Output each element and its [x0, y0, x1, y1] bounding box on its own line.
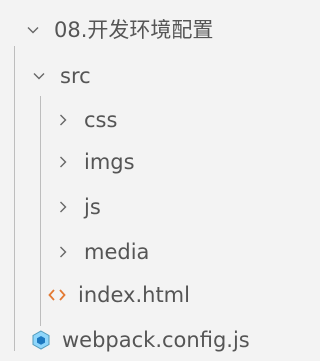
index-html-label: index.html — [78, 282, 190, 307]
media-folder-label: media — [84, 239, 150, 264]
tree-item-webpack-config[interactable]: webpack.config.js — [0, 318, 320, 361]
tree-item-src-folder[interactable]: src — [0, 54, 320, 98]
tree-item-root-folder[interactable]: 08.开发环境配置 — [0, 8, 320, 52]
chevron-right-icon — [52, 196, 74, 218]
html-file-icon — [46, 284, 68, 306]
tree-item-imgs-folder[interactable]: imgs — [0, 140, 320, 184]
webpack-config-label: webpack.config.js — [62, 327, 250, 352]
root-folder-label: 08.开发环境配置 — [54, 17, 214, 42]
tree-item-js-folder[interactable]: js — [0, 185, 320, 229]
tree-item-css-folder[interactable]: css — [0, 98, 320, 142]
tree-item-media-folder[interactable]: media — [0, 230, 320, 274]
chevron-down-icon — [22, 19, 44, 41]
chevron-down-icon — [28, 65, 50, 87]
imgs-folder-label: imgs — [84, 149, 135, 174]
webpack-icon — [30, 329, 52, 351]
chevron-right-icon — [52, 241, 74, 263]
chevron-right-icon — [52, 151, 74, 173]
js-folder-label: js — [84, 194, 101, 219]
src-folder-label: src — [60, 63, 91, 88]
chevron-right-icon — [52, 109, 74, 131]
file-explorer-tree: 08.开发环境配置 src css imgs js media index.ht… — [0, 0, 318, 361]
tree-item-index-html[interactable]: index.html — [0, 273, 320, 317]
css-folder-label: css — [84, 107, 118, 132]
